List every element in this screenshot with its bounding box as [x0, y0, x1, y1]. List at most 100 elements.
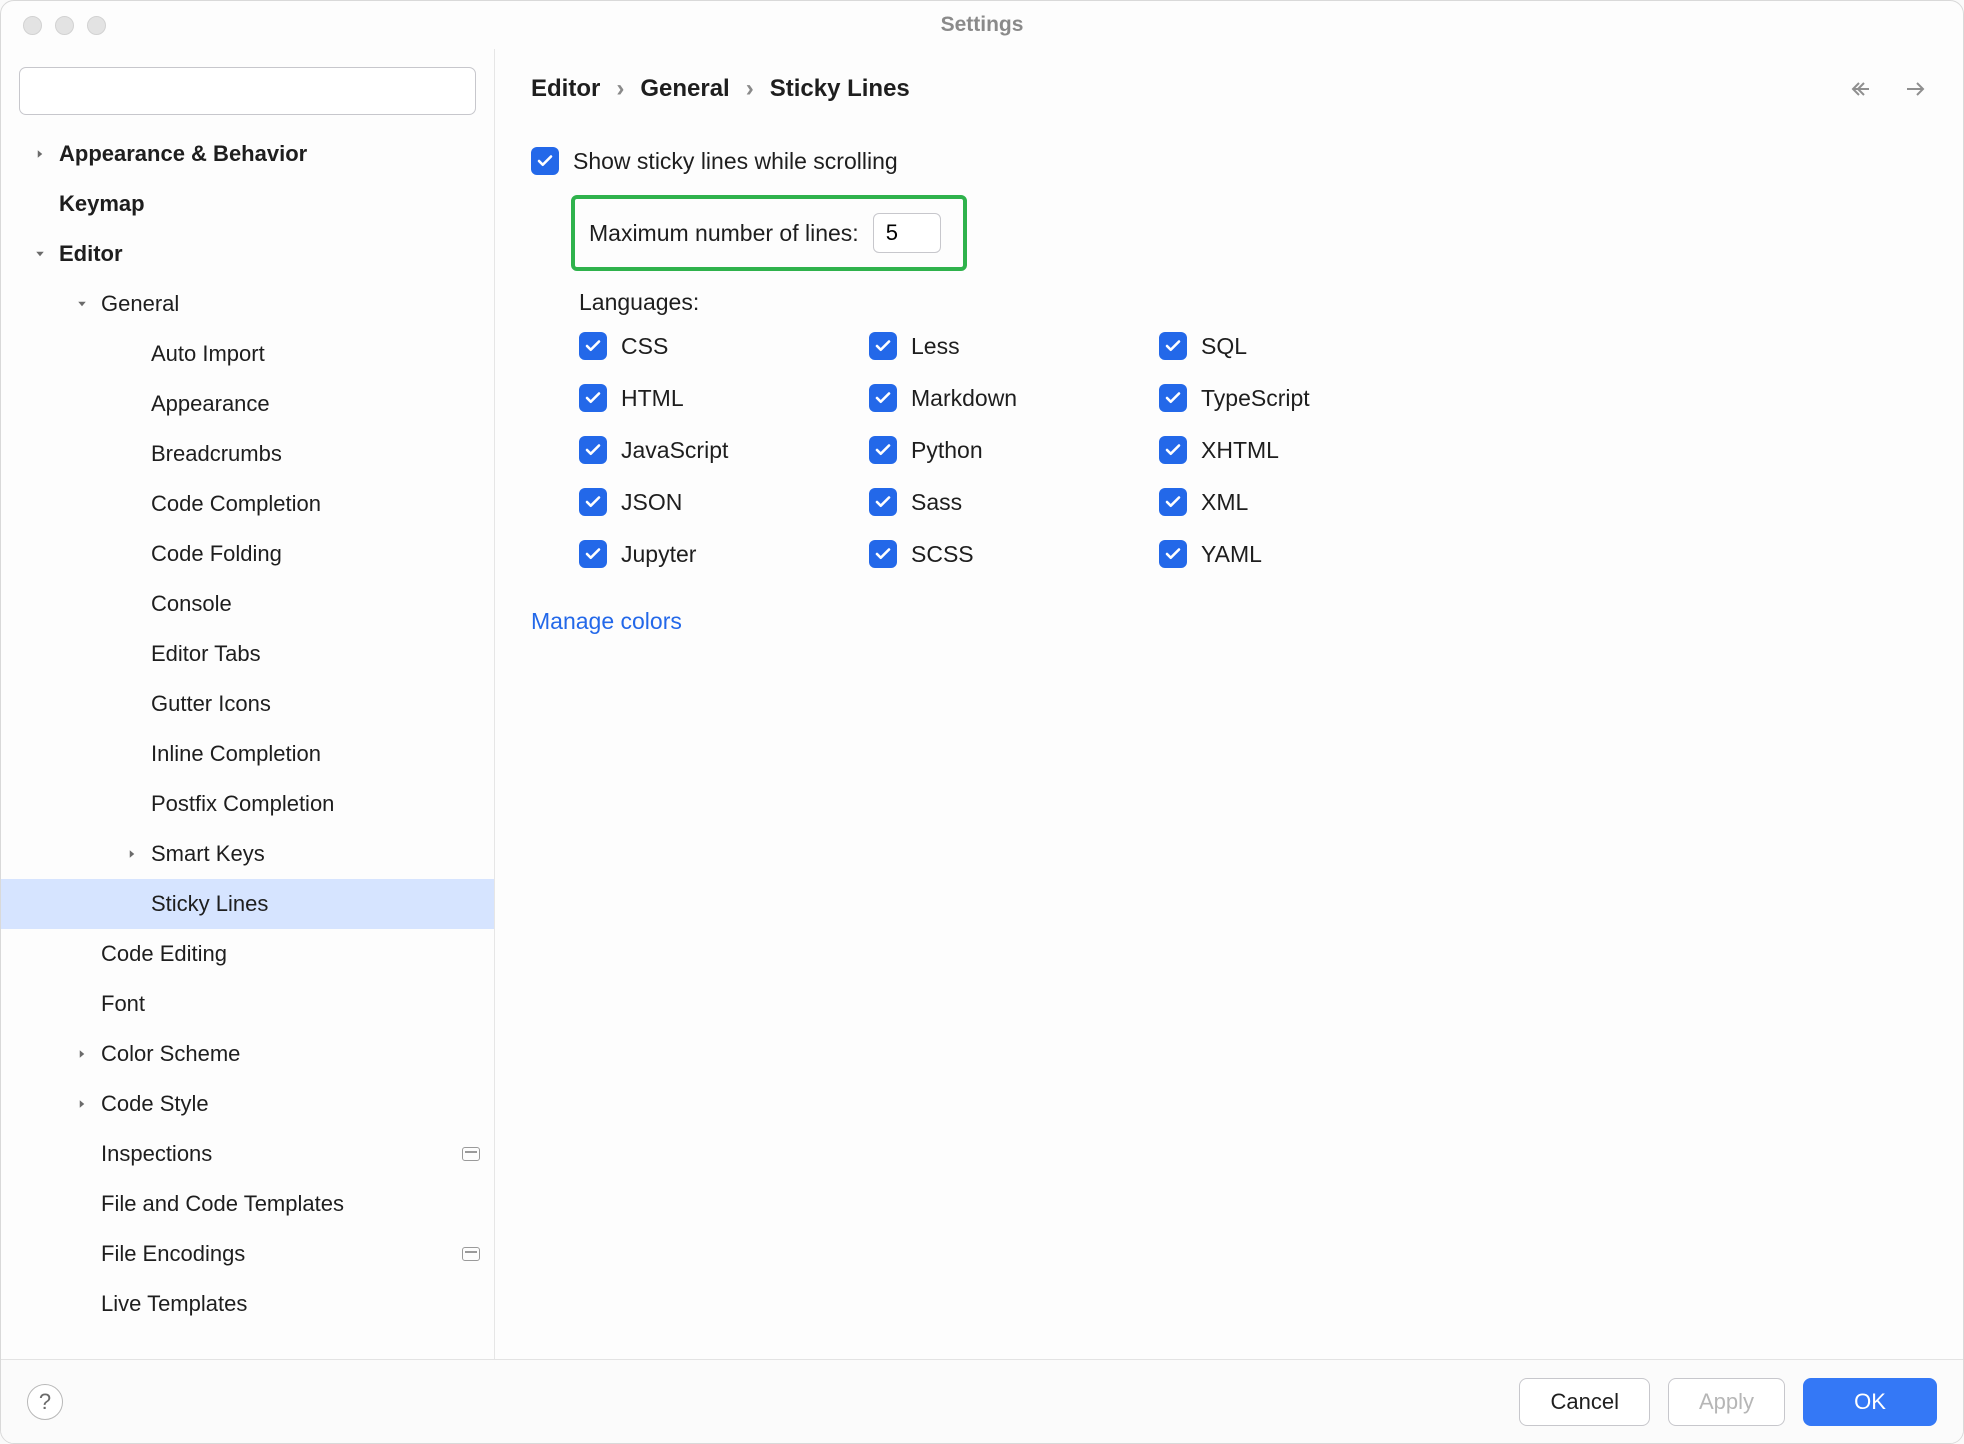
language-item: Jupyter [579, 540, 869, 568]
chevron-right-icon[interactable] [31, 145, 49, 163]
search-input[interactable] [19, 67, 476, 115]
language-label: Less [911, 333, 960, 360]
language-checkbox[interactable] [579, 332, 607, 360]
language-label: XHTML [1201, 437, 1279, 464]
breadcrumb-item[interactable]: General [640, 75, 729, 103]
zoom-window-button[interactable] [87, 16, 106, 35]
language-label: Jupyter [621, 541, 696, 568]
minimize-window-button[interactable] [55, 16, 74, 35]
tree-item-label: Font [101, 991, 480, 1017]
language-checkbox[interactable] [869, 436, 897, 464]
tree-item[interactable]: Code Completion [1, 479, 494, 529]
settings-window: Settings ▾ Appearance & BehaviorKeymapEd… [0, 0, 1964, 1444]
tree-item-label: Auto Import [151, 341, 480, 367]
tree-item[interactable]: Code Style [1, 1079, 494, 1129]
project-scope-icon [462, 1147, 480, 1161]
help-button[interactable]: ? [27, 1384, 63, 1420]
tree-item[interactable]: File Encodings [1, 1229, 494, 1279]
tree-item-label: Inline Completion [151, 741, 480, 767]
manage-colors-link[interactable]: Manage colors [531, 608, 682, 635]
chevron-down-icon[interactable] [73, 295, 91, 313]
tree-item[interactable]: Code Folding [1, 529, 494, 579]
tree-item[interactable]: Live Templates [1, 1279, 494, 1329]
tree-item-label: Smart Keys [151, 841, 480, 867]
nav-back-button[interactable] [1849, 77, 1873, 101]
language-checkbox[interactable] [869, 332, 897, 360]
tree-item[interactable]: Smart Keys [1, 829, 494, 879]
language-checkbox[interactable] [1159, 332, 1187, 360]
language-label: HTML [621, 385, 684, 412]
language-item: JSON [579, 488, 869, 516]
tree-item[interactable]: Sticky Lines [1, 879, 494, 929]
chevron-right-icon[interactable] [123, 845, 141, 863]
languages-grid: CSSLessSQLHTMLMarkdownTypeScriptJavaScri… [579, 332, 1927, 568]
tree-item[interactable]: Appearance & Behavior [1, 129, 494, 179]
window-title: Settings [941, 13, 1024, 37]
tree-item[interactable]: Inspections [1, 1129, 494, 1179]
language-label: TypeScript [1201, 385, 1310, 412]
language-checkbox[interactable] [1159, 540, 1187, 568]
chevron-right-icon[interactable] [73, 1095, 91, 1113]
tree-item[interactable]: Inline Completion [1, 729, 494, 779]
tree-item[interactable]: Code Editing [1, 929, 494, 979]
tree-item[interactable]: Appearance [1, 379, 494, 429]
language-checkbox[interactable] [869, 384, 897, 412]
tree-item[interactable]: Editor [1, 229, 494, 279]
tree-item-label: Appearance [151, 391, 480, 417]
language-item: XML [1159, 488, 1449, 516]
language-checkbox[interactable] [869, 540, 897, 568]
apply-button[interactable]: Apply [1668, 1378, 1785, 1426]
tree-item-label: Color Scheme [101, 1041, 480, 1067]
language-item: Python [869, 436, 1159, 464]
tree-item[interactable]: Keymap [1, 179, 494, 229]
tree-item-label: Gutter Icons [151, 691, 480, 717]
language-checkbox[interactable] [579, 384, 607, 412]
max-lines-label: Maximum number of lines: [589, 220, 859, 247]
tree-item[interactable]: Gutter Icons [1, 679, 494, 729]
chevron-down-icon[interactable] [31, 245, 49, 263]
tree-item[interactable]: Console [1, 579, 494, 629]
ok-button[interactable]: OK [1803, 1378, 1937, 1426]
language-label: Python [911, 437, 983, 464]
tree-item[interactable]: File and Code Templates [1, 1179, 494, 1229]
tree-item[interactable]: General [1, 279, 494, 329]
tree-item-label: Keymap [59, 191, 480, 217]
tree-item[interactable]: Editor Tabs [1, 629, 494, 679]
language-checkbox[interactable] [579, 436, 607, 464]
tree-item[interactable]: Postfix Completion [1, 779, 494, 829]
language-checkbox[interactable] [579, 540, 607, 568]
tree-item[interactable]: Color Scheme [1, 1029, 494, 1079]
tree-item-label: File and Code Templates [101, 1191, 480, 1217]
chevron-right-icon[interactable] [73, 1045, 91, 1063]
tree-item-label: Code Completion [151, 491, 480, 517]
language-label: Sass [911, 489, 962, 516]
language-checkbox[interactable] [869, 488, 897, 516]
language-label: JavaScript [621, 437, 728, 464]
max-lines-input[interactable] [873, 213, 941, 253]
language-label: YAML [1201, 541, 1262, 568]
breadcrumb: Editor › General › Sticky Lines [531, 75, 1927, 103]
language-checkbox[interactable] [1159, 436, 1187, 464]
tree-item-label: Live Templates [101, 1291, 480, 1317]
cancel-button[interactable]: Cancel [1519, 1378, 1649, 1426]
close-window-button[interactable] [23, 16, 42, 35]
tree-item[interactable]: Font [1, 979, 494, 1029]
nav-forward-button[interactable] [1903, 77, 1927, 101]
tree-item-label: Sticky Lines [151, 891, 480, 917]
tree-item-label: Inspections [101, 1141, 454, 1167]
tree-item-label: Editor Tabs [151, 641, 480, 667]
tree-item-label: Postfix Completion [151, 791, 480, 817]
breadcrumb-item[interactable]: Editor [531, 75, 600, 103]
tree-item[interactable]: Auto Import [1, 329, 494, 379]
tree-item[interactable]: Breadcrumbs [1, 429, 494, 479]
main-panel: Editor › General › Sticky Lines [495, 49, 1963, 1359]
language-checkbox[interactable] [579, 488, 607, 516]
language-checkbox[interactable] [1159, 488, 1187, 516]
language-item: JavaScript [579, 436, 869, 464]
language-item: TypeScript [1159, 384, 1449, 412]
language-checkbox[interactable] [1159, 384, 1187, 412]
language-item: CSS [579, 332, 869, 360]
show-sticky-checkbox[interactable] [531, 147, 559, 175]
tree-item-label: File Encodings [101, 1241, 454, 1267]
language-item: Less [869, 332, 1159, 360]
